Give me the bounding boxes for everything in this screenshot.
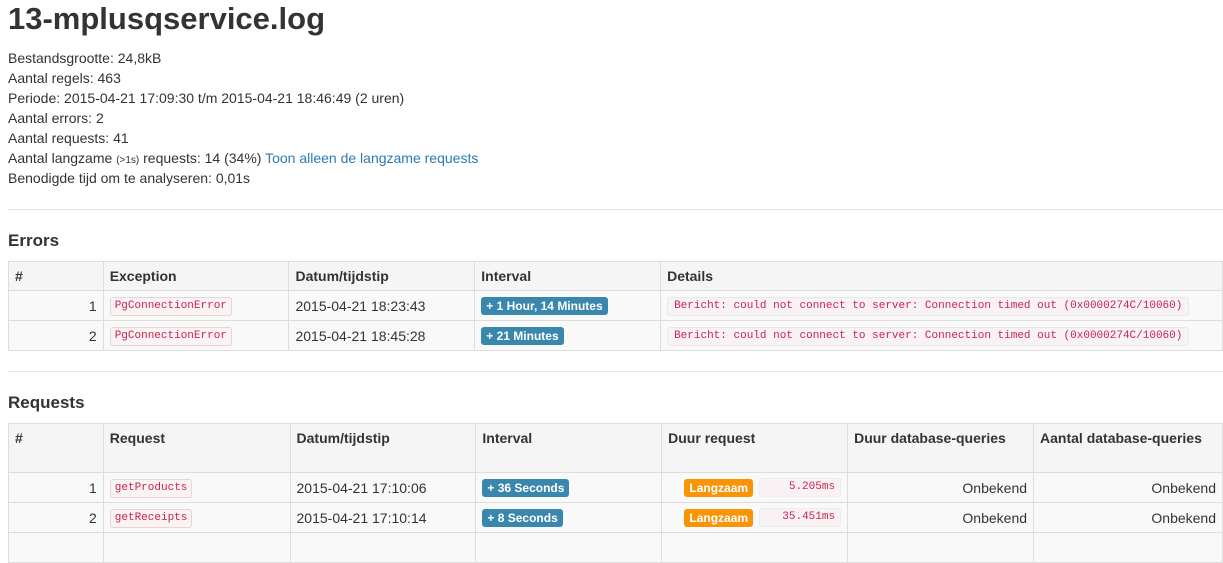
table-row: 2 PgConnectionError 2015-04-21 18:45:28 … xyxy=(8,320,1223,351)
summary-errors: Aantal errors: 2 xyxy=(8,110,104,126)
summary-file-size: Bestandsgrootte: 24,8kB xyxy=(8,50,162,66)
divider xyxy=(8,371,1223,372)
show-slow-requests-link[interactable]: Toon alleen de langzame requests xyxy=(265,150,478,166)
request-cell xyxy=(102,532,291,563)
errors-header-row: # Exception Datum/tijdstip Interval Deta… xyxy=(8,261,1223,291)
details-cell: Bericht: could not connect to server: Co… xyxy=(660,320,1223,351)
interval-cell xyxy=(475,532,663,563)
column-header[interactable]: # xyxy=(8,261,104,291)
slow-badge: Langzaam xyxy=(684,478,754,497)
summary-analysis-time: Benodigde tijd om te analyseren: 0,01s xyxy=(8,170,251,186)
slow-threshold: (>1s) xyxy=(116,155,140,166)
db-duration-cell: Onbekend xyxy=(847,472,1035,503)
column-header[interactable]: Aantal database-queries xyxy=(1033,423,1223,473)
interval-cell: + 21 Minutes xyxy=(474,320,662,351)
datetime-cell: 2015-04-21 17:10:06 xyxy=(289,472,477,503)
summary-requests: Aantal requests: 41 xyxy=(8,130,129,146)
duration-cell xyxy=(661,532,849,563)
request-code: getReceipts xyxy=(109,509,193,528)
interval-cell: + 36 Seconds xyxy=(475,472,663,503)
errors-table: # Exception Datum/tijdstip Interval Deta… xyxy=(8,261,1223,351)
requests-table: # Request Datum/tijdstip Interval Duur r… xyxy=(8,423,1223,563)
datetime-cell: 2015-04-21 18:45:28 xyxy=(288,320,476,351)
summary-lines: Aantal regels: 463 xyxy=(8,70,121,86)
request-code: getProducts xyxy=(109,479,193,498)
column-header[interactable]: Details xyxy=(660,261,1223,291)
row-number: 1 xyxy=(8,472,104,503)
request-cell: getProducts xyxy=(102,472,291,503)
column-header[interactable]: # xyxy=(8,423,104,473)
duration-value: 5.205ms xyxy=(759,478,842,497)
exception-cell: PgConnectionError xyxy=(102,290,290,321)
slow-badge: Langzaam xyxy=(684,508,754,527)
column-header[interactable]: Interval xyxy=(474,261,662,291)
interval-badge: + 8 Seconds xyxy=(482,508,563,527)
row-number xyxy=(8,532,104,563)
page-title: 13-mplusqservice.log xyxy=(8,1,326,36)
details-code: Bericht: could not connect to server: Co… xyxy=(667,327,1190,346)
column-header[interactable]: Duur database-queries xyxy=(847,423,1035,473)
requests-heading: Requests xyxy=(8,393,85,412)
column-header[interactable]: Request xyxy=(102,423,291,473)
datetime-cell xyxy=(289,532,477,563)
column-header[interactable]: Duur request xyxy=(661,423,849,473)
db-count-cell xyxy=(1033,532,1223,563)
details-cell: Bericht: could not connect to server: Co… xyxy=(660,290,1223,321)
db-count-cell: Onbekend xyxy=(1033,502,1223,533)
exception-code: PgConnectionError xyxy=(109,297,232,316)
duration-value: 35.451ms xyxy=(759,508,842,527)
table-row: 1 PgConnectionError 2015-04-21 18:23:43 … xyxy=(8,290,1223,321)
summary-period: Periode: 2015-04-21 17:09:30 t/m 2015-04… xyxy=(8,90,405,106)
table-row: 1 getProducts 2015-04-21 17:10:06 + 36 S… xyxy=(8,472,1223,503)
duration-cell: Langzaam 35.451ms xyxy=(661,502,849,533)
exception-code: PgConnectionError xyxy=(109,327,232,346)
interval-cell: + 8 Seconds xyxy=(475,502,663,533)
duration-cell: Langzaam 5.205ms xyxy=(661,472,849,503)
interval-badge: + 1 Hour, 14 Minutes xyxy=(481,296,608,315)
row-number: 1 xyxy=(8,290,104,321)
interval-badge: + 21 Minutes xyxy=(481,326,564,345)
column-header[interactable]: Datum/tijdstip xyxy=(288,261,476,291)
column-header[interactable]: Datum/tijdstip xyxy=(289,423,477,473)
datetime-cell: 2015-04-21 17:10:14 xyxy=(289,502,477,533)
exception-cell: PgConnectionError xyxy=(102,320,290,351)
requests-header-row: # Request Datum/tijdstip Interval Duur r… xyxy=(8,423,1223,473)
summary-slow-requests: Aantal langzame (>1s) requests: 14 (34%)… xyxy=(8,150,479,166)
request-cell: getReceipts xyxy=(102,502,291,533)
row-number: 2 xyxy=(8,502,104,533)
db-count-cell: Onbekend xyxy=(1033,472,1223,503)
interval-cell: + 1 Hour, 14 Minutes xyxy=(474,290,662,321)
table-row: 2 getReceipts 2015-04-21 17:10:14 + 8 Se… xyxy=(8,502,1223,533)
db-duration-cell: Onbekend xyxy=(847,502,1035,533)
db-duration-cell xyxy=(847,532,1035,563)
errors-heading: Errors xyxy=(8,231,60,250)
datetime-cell: 2015-04-21 18:23:43 xyxy=(288,290,476,321)
row-number: 2 xyxy=(8,320,104,351)
table-row-partial xyxy=(8,532,1223,563)
details-code: Bericht: could not connect to server: Co… xyxy=(667,297,1190,316)
interval-badge: + 36 Seconds xyxy=(482,478,570,497)
column-header[interactable]: Exception xyxy=(102,261,290,291)
column-header[interactable]: Interval xyxy=(475,423,663,473)
divider xyxy=(8,209,1223,210)
summary-block: Bestandsgrootte: 24,8kB Aantal regels: 4… xyxy=(8,48,478,188)
